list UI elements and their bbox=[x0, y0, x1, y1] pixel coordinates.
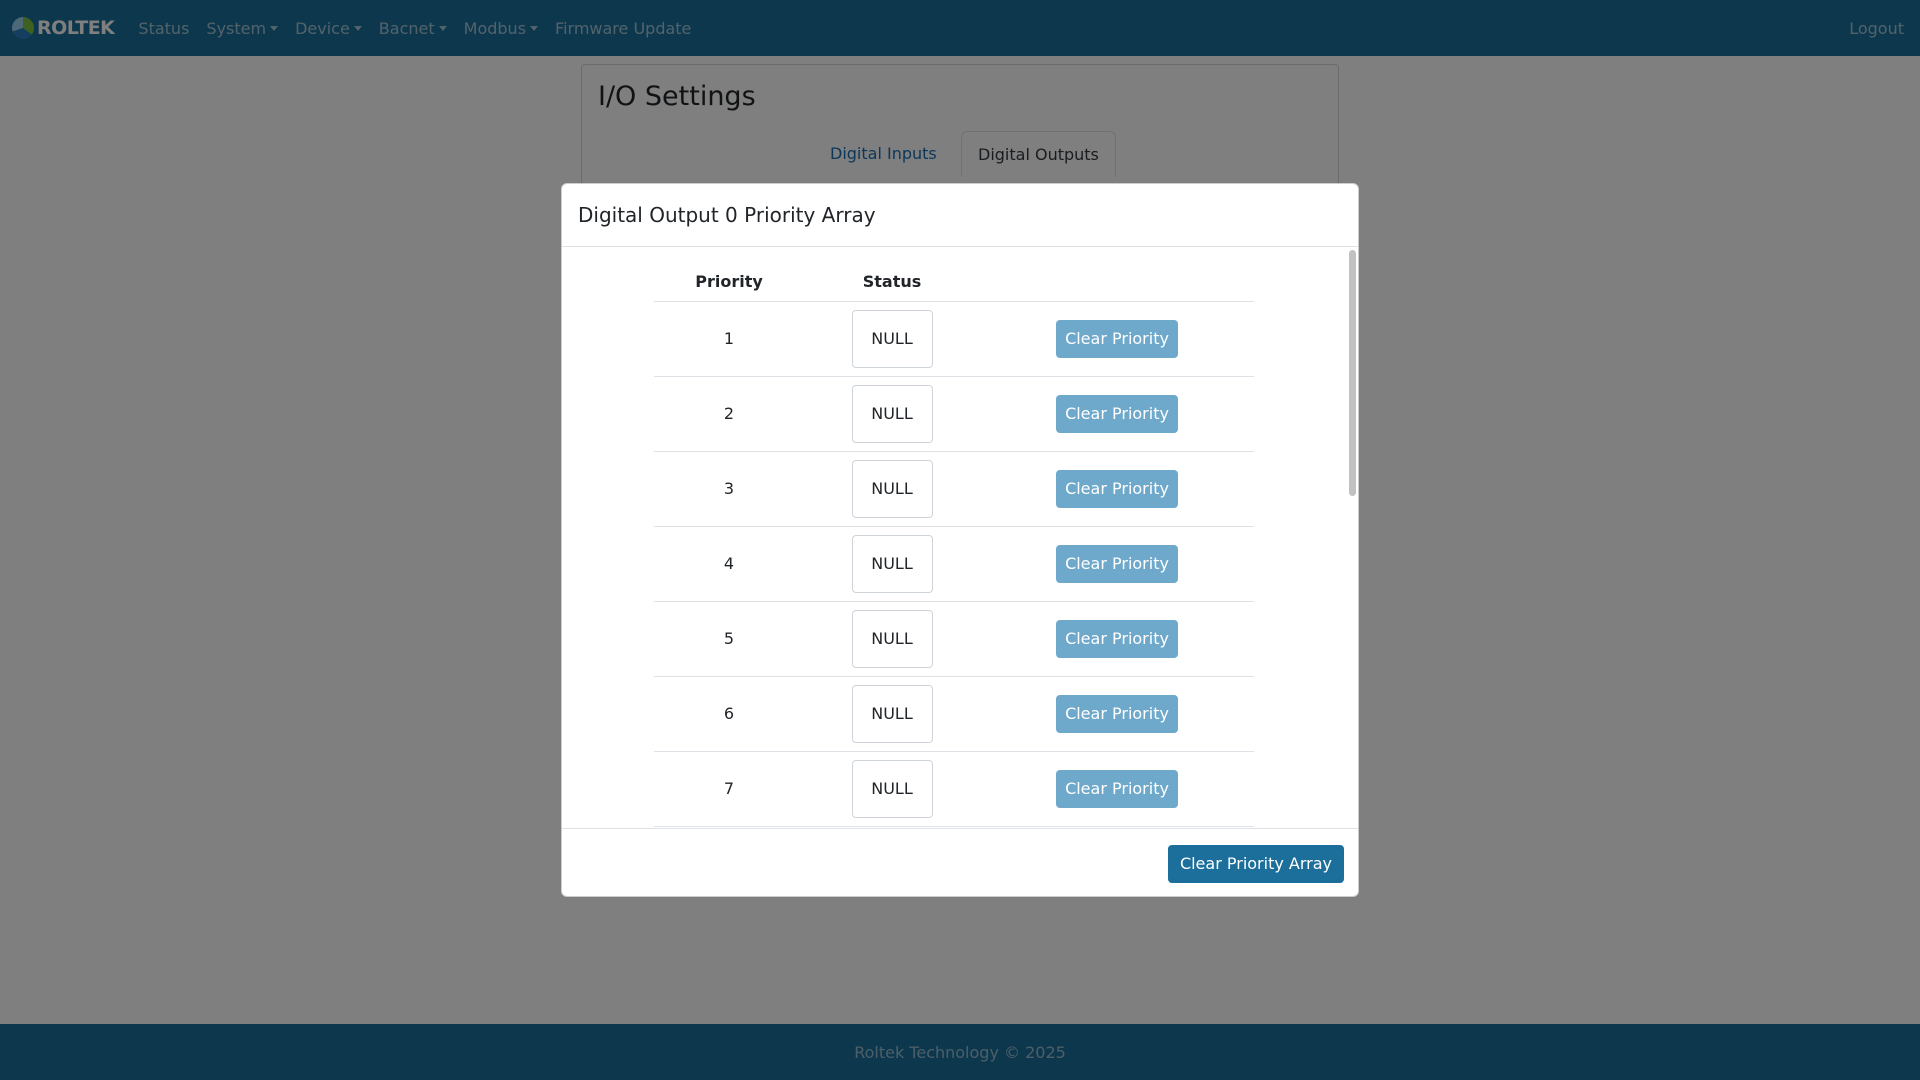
modal-body: Priority Status 1 NULL Clear Priority 2 … bbox=[562, 247, 1358, 828]
modal-header: Digital Output 0 Priority Array bbox=[562, 184, 1358, 247]
priority-number: 2 bbox=[654, 376, 804, 452]
table-row: 7 NULL Clear Priority bbox=[654, 751, 1254, 827]
column-header-status: Status bbox=[804, 263, 980, 302]
status-value: NULL bbox=[851, 459, 933, 518]
priority-number: 4 bbox=[654, 526, 804, 602]
column-header-action bbox=[980, 263, 1254, 302]
clear-priority-button[interactable]: Clear Priority bbox=[1056, 694, 1178, 733]
table-row: 4 NULL Clear Priority bbox=[654, 526, 1254, 602]
column-header-priority: Priority bbox=[654, 263, 804, 302]
priority-number: 6 bbox=[654, 676, 804, 752]
priority-number: 5 bbox=[654, 601, 804, 677]
priority-number: 3 bbox=[654, 451, 804, 527]
clear-priority-button[interactable]: Clear Priority bbox=[1056, 319, 1178, 358]
status-value: NULL bbox=[851, 384, 933, 443]
table-row: 3 NULL Clear Priority bbox=[654, 451, 1254, 527]
table-header-row: Priority Status bbox=[654, 263, 1254, 302]
priority-number: 1 bbox=[654, 301, 804, 377]
clear-priority-button[interactable]: Clear Priority bbox=[1056, 619, 1178, 658]
clear-priority-button[interactable]: Clear Priority bbox=[1056, 544, 1178, 583]
modal-footer: Clear Priority Array bbox=[562, 828, 1358, 896]
status-value: NULL bbox=[851, 759, 933, 818]
table-row: 1 NULL Clear Priority bbox=[654, 301, 1254, 377]
priority-number: 7 bbox=[654, 751, 804, 827]
status-value: NULL bbox=[851, 684, 933, 743]
table-row: 6 NULL Clear Priority bbox=[654, 676, 1254, 752]
clear-priority-button[interactable]: Clear Priority bbox=[1056, 469, 1178, 508]
status-value: NULL bbox=[851, 534, 933, 593]
status-value: NULL bbox=[851, 309, 933, 368]
table-row: 2 NULL Clear Priority bbox=[654, 376, 1254, 452]
table-row: 5 NULL Clear Priority bbox=[654, 601, 1254, 677]
clear-priority-button[interactable]: Clear Priority bbox=[1056, 394, 1178, 433]
status-value: NULL bbox=[851, 609, 933, 668]
modal-title: Digital Output 0 Priority Array bbox=[578, 203, 876, 227]
clear-priority-array-button[interactable]: Clear Priority Array bbox=[1167, 845, 1344, 883]
clear-priority-button[interactable]: Clear Priority bbox=[1056, 769, 1178, 808]
priority-array-modal: Digital Output 0 Priority Array Priority… bbox=[561, 183, 1359, 897]
modal-scrollbar[interactable] bbox=[1349, 250, 1356, 496]
priority-table: Priority Status 1 NULL Clear Priority 2 … bbox=[654, 263, 1254, 827]
